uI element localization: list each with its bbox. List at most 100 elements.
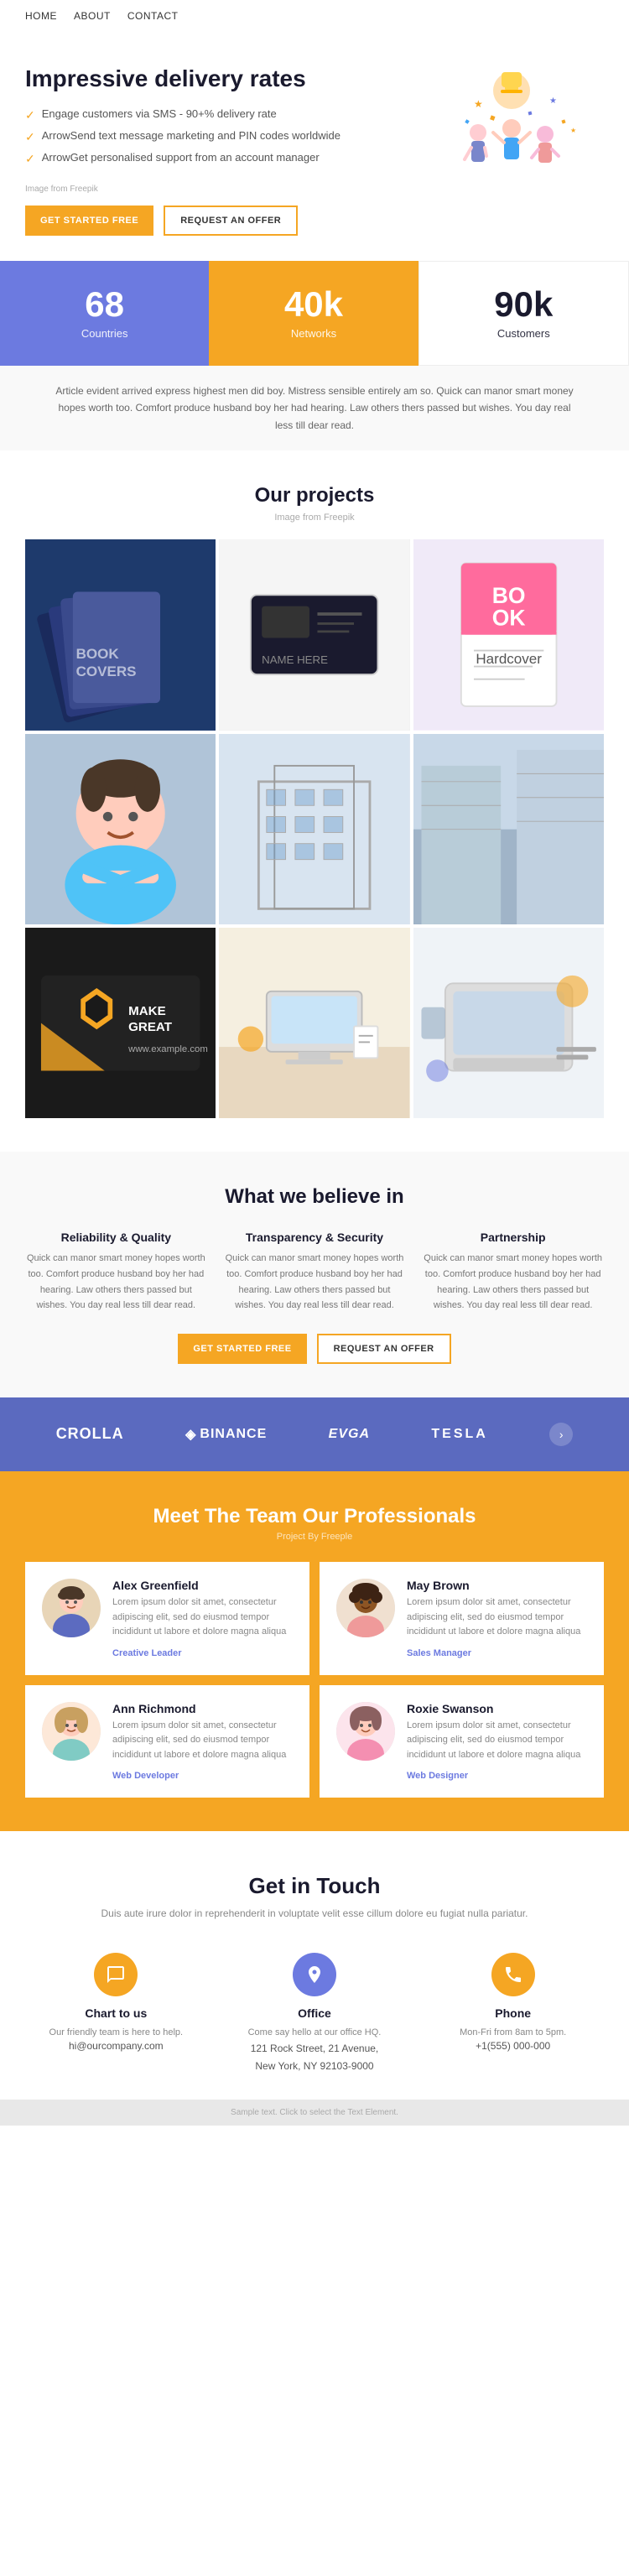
hero-buttons: GET STARTED FREE REQUEST AN OFFER (25, 206, 419, 236)
hero-feature-2: ✓ ArrowSend text message marketing and P… (25, 129, 419, 144)
svg-text:MAKE: MAKE (128, 1004, 166, 1018)
svg-text:COVERS: COVERS (76, 664, 137, 679)
team-avatar-roxie (336, 1702, 395, 1761)
chat-icon (94, 1953, 138, 1996)
team-bio-may: Lorem ipsum dolor sit amet, consectetur … (407, 1595, 587, 1640)
contact-phone: Phone Mon-Fri from 8am to 5pm. +1(555) 0… (422, 1953, 604, 2074)
binance-icon: ◈ (185, 1426, 196, 1443)
hero-feature-3: ✓ ArrowGet personalised support from an … (25, 151, 419, 166)
nav-home[interactable]: Home (25, 10, 57, 22)
svg-text:GREAT: GREAT (128, 1020, 173, 1034)
stat-customers-number: 90k (494, 287, 553, 322)
belief-partnership: Partnership Quick can manor smart money … (422, 1231, 604, 1314)
contact-chat-link[interactable]: hi@ourcompany.com (69, 2040, 164, 2052)
svg-text:www.example.com: www.example.com (127, 1044, 208, 1054)
request-offer-button[interactable]: REQUEST AN OFFER (164, 206, 298, 236)
svg-text:Hardcover: Hardcover (476, 651, 542, 667)
stat-networks: 40k Networks (209, 261, 418, 366)
team-bio-roxie: Lorem ipsum dolor sit amet, consectetur … (407, 1719, 587, 1763)
contact-section: Get in Touch Duis aute irure dolor in re… (0, 1831, 629, 2100)
team-avatar-alex (42, 1579, 101, 1637)
contact-chat-title: Chart to us (85, 2006, 147, 2020)
contact-phone-title: Phone (495, 2006, 531, 2020)
project-cell-5[interactable] (219, 734, 409, 924)
project-cell-4[interactable] (25, 734, 216, 924)
belief-reliability: Reliability & Quality Quick can manor sm… (25, 1231, 207, 1314)
team-name-ann: Ann Richmond (112, 1702, 293, 1715)
project-cell-9[interactable] (413, 928, 604, 1118)
project-cell-3[interactable]: BO OK Hardcover (413, 539, 604, 730)
team-subtitle: Project By Freeple (25, 1532, 604, 1542)
team-avatar-may (336, 1579, 395, 1637)
hero-text: Impressive delivery rates ✓ Engage custo… (25, 65, 419, 236)
beliefs-grid: Reliability & Quality Quick can manor sm… (25, 1231, 604, 1314)
projects-title: Our projects (25, 484, 604, 507)
team-name-may: May Brown (407, 1579, 587, 1592)
contact-grid: Chart to us Our friendly team is here to… (25, 1953, 604, 2074)
beliefs-start-button[interactable]: GET STARTED FREE (178, 1334, 306, 1364)
belief-partnership-text: Quick can manor smart money hopes worth … (422, 1251, 604, 1314)
belief-reliability-text: Quick can manor smart money hopes worth … (25, 1251, 207, 1314)
project-cell-2[interactable]: NAME HERE (219, 539, 409, 730)
team-section: Meet The Team Our Professionals Project … (0, 1471, 629, 1832)
hero-illustration: ★ ★ ★ (419, 65, 604, 191)
brands-inner: CROLLA ◈ BINANCE EVGA TESLA › (25, 1423, 604, 1446)
svg-text:★: ★ (570, 127, 576, 134)
hero-section: Impressive delivery rates ✓ Engage custo… (0, 32, 629, 261)
stat-countries-number: 68 (85, 287, 124, 322)
svg-text:★: ★ (474, 98, 483, 110)
stat-text: Article evident arrived express highest … (0, 366, 629, 450)
brands-next-button[interactable]: › (549, 1423, 573, 1446)
footer-note: Sample text. Click to select the Text El… (0, 2100, 629, 2126)
team-card-roxie: Roxie Swanson Lorem ipsum dolor sit amet… (320, 1685, 604, 1798)
stat-countries-label: Countries (81, 327, 128, 340)
contact-office-address: 121 Rock Street, 21 Avenue, New York, NY… (251, 2040, 379, 2074)
stat-customers: 90k Customers (418, 261, 629, 366)
team-card-ann: Ann Richmond Lorem ipsum dolor sit amet,… (25, 1685, 309, 1798)
team-bio-alex: Lorem ipsum dolor sit amet, consectetur … (112, 1595, 293, 1640)
team-info-ann: Ann Richmond Lorem ipsum dolor sit amet,… (112, 1702, 293, 1782)
hero-title: Impressive delivery rates (25, 65, 419, 92)
stat-networks-number: 40k (284, 287, 343, 322)
project-cell-7[interactable]: MAKE GREAT www.example.com (25, 928, 216, 1118)
check-icon-1: ✓ (25, 108, 35, 122)
beliefs-title: What we believe in (25, 1185, 604, 1209)
svg-text:NAME HERE: NAME HERE (262, 653, 328, 666)
beliefs-section: What we believe in Reliability & Quality… (0, 1152, 629, 1397)
contact-office-text: Come say hello at our office HQ. (248, 2025, 382, 2041)
check-icon-3: ✓ (25, 152, 35, 166)
get-started-button[interactable]: GET STARTED FREE (25, 206, 153, 236)
belief-transparency: Transparency & Security Quick can manor … (224, 1231, 406, 1314)
svg-text:BOOK: BOOK (76, 646, 120, 662)
team-info-roxie: Roxie Swanson Lorem ipsum dolor sit amet… (407, 1702, 587, 1782)
contact-office: Office Come say hello at our office HQ. … (224, 1953, 406, 2074)
svg-text:★: ★ (549, 96, 557, 106)
projects-grid: BOOK COVERS NAME HERE (25, 539, 604, 1118)
hero-features-list: ✓ Engage customers via SMS - 90+% delive… (25, 107, 419, 166)
team-card-may: May Brown Lorem ipsum dolor sit amet, co… (320, 1562, 604, 1675)
svg-text:BO: BO (491, 583, 525, 608)
brands-section: CROLLA ◈ BINANCE EVGA TESLA › (0, 1397, 629, 1471)
contact-phone-number[interactable]: +1(555) 000-000 (476, 2040, 550, 2052)
belief-transparency-title: Transparency & Security (224, 1231, 406, 1244)
brand-crolla: CROLLA (56, 1425, 124, 1443)
project-cell-8[interactable] (219, 928, 409, 1118)
belief-transparency-text: Quick can manor smart money hopes worth … (224, 1251, 406, 1314)
nav-about[interactable]: About (74, 10, 111, 22)
contact-office-title: Office (298, 2006, 331, 2020)
beliefs-buttons: GET STARTED FREE REQUEST AN OFFER (25, 1334, 604, 1364)
nav-contact[interactable]: Contact (127, 10, 179, 22)
navbar: Home About Contact (0, 0, 629, 32)
team-bio-ann: Lorem ipsum dolor sit amet, consectetur … (112, 1719, 293, 1763)
brand-tesla: TESLA (431, 1427, 487, 1442)
contact-chat-text: Our friendly team is here to help. (49, 2025, 184, 2041)
team-grid: Alex Greenfield Lorem ipsum dolor sit am… (25, 1562, 604, 1798)
location-icon (293, 1953, 336, 1996)
project-cell-6[interactable] (413, 734, 604, 924)
beliefs-offer-button[interactable]: REQUEST AN OFFER (317, 1334, 451, 1364)
team-role-alex: Creative Leader (112, 1648, 182, 1658)
team-info-alex: Alex Greenfield Lorem ipsum dolor sit am… (112, 1579, 293, 1658)
belief-partnership-title: Partnership (422, 1231, 604, 1244)
stats-section: 68 Countries 40k Networks 90k Customers (0, 261, 629, 366)
project-cell-1[interactable]: BOOK COVERS (25, 539, 216, 730)
